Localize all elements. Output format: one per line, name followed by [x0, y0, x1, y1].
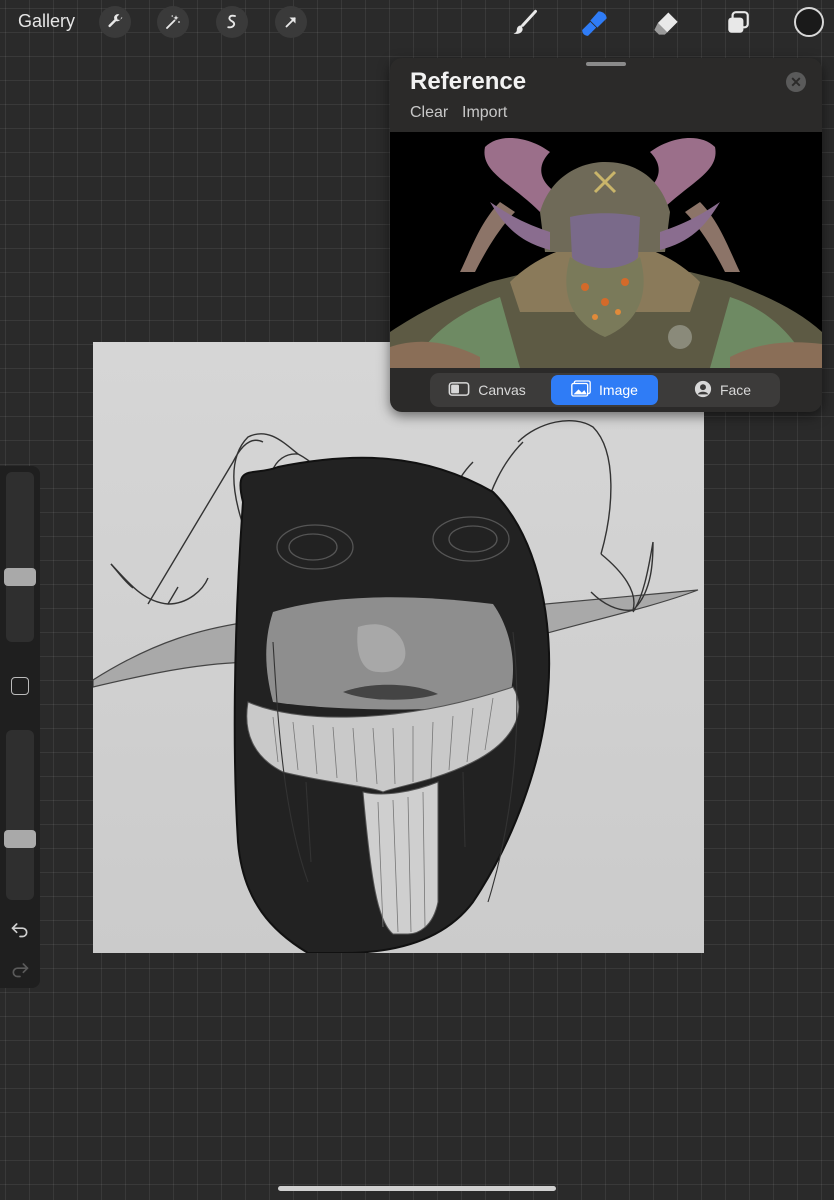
tab-face-label: Face [719, 382, 752, 398]
adjustments-magic-wand-icon[interactable] [157, 6, 189, 38]
tab-canvas-label: Canvas [478, 382, 526, 398]
redo-icon[interactable] [9, 958, 31, 980]
panel-grabber[interactable] [586, 62, 626, 66]
artwork [93, 420, 699, 953]
home-indicator[interactable] [278, 1186, 556, 1191]
smudge-icon[interactable] [580, 8, 610, 38]
tab-canvas[interactable]: Canvas [432, 375, 542, 405]
top-toolbar: Gallery [0, 0, 834, 46]
reference-title: Reference [410, 68, 527, 95]
import-button[interactable]: Import [462, 104, 507, 122]
face-icon [694, 380, 712, 401]
tab-face[interactable]: Face [667, 375, 778, 405]
clear-button[interactable]: Clear [410, 104, 448, 122]
brush-size-thumb[interactable] [4, 568, 36, 586]
selection-icon[interactable] [216, 6, 248, 38]
eraser-icon[interactable] [651, 8, 681, 38]
canvas-icon [448, 381, 470, 399]
drawing-canvas[interactable] [93, 342, 704, 953]
opacity-slider[interactable] [4, 730, 36, 900]
opacity-thumb[interactable] [4, 830, 36, 848]
reference-panel: Reference ✕ Clear Import Canvas Image Fa… [390, 58, 822, 412]
brush-icon[interactable] [510, 8, 540, 38]
reference-mode-control: Canvas Image Face [430, 373, 780, 407]
reference-image [390, 132, 822, 368]
gallery-button[interactable]: Gallery [18, 11, 75, 32]
image-icon [571, 380, 591, 400]
transform-arrow-icon[interactable] [275, 6, 307, 38]
actions-wrench-icon[interactable] [99, 6, 131, 38]
undo-icon[interactable] [9, 918, 31, 940]
brush-size-slider[interactable] [4, 472, 36, 642]
close-icon[interactable]: ✕ [786, 72, 806, 92]
layers-icon[interactable] [723, 8, 753, 38]
tab-image-label: Image [599, 382, 638, 398]
tab-image[interactable]: Image [551, 375, 658, 405]
modify-button[interactable] [11, 677, 29, 695]
side-bar [0, 466, 40, 988]
color-picker-icon[interactable] [794, 7, 824, 37]
